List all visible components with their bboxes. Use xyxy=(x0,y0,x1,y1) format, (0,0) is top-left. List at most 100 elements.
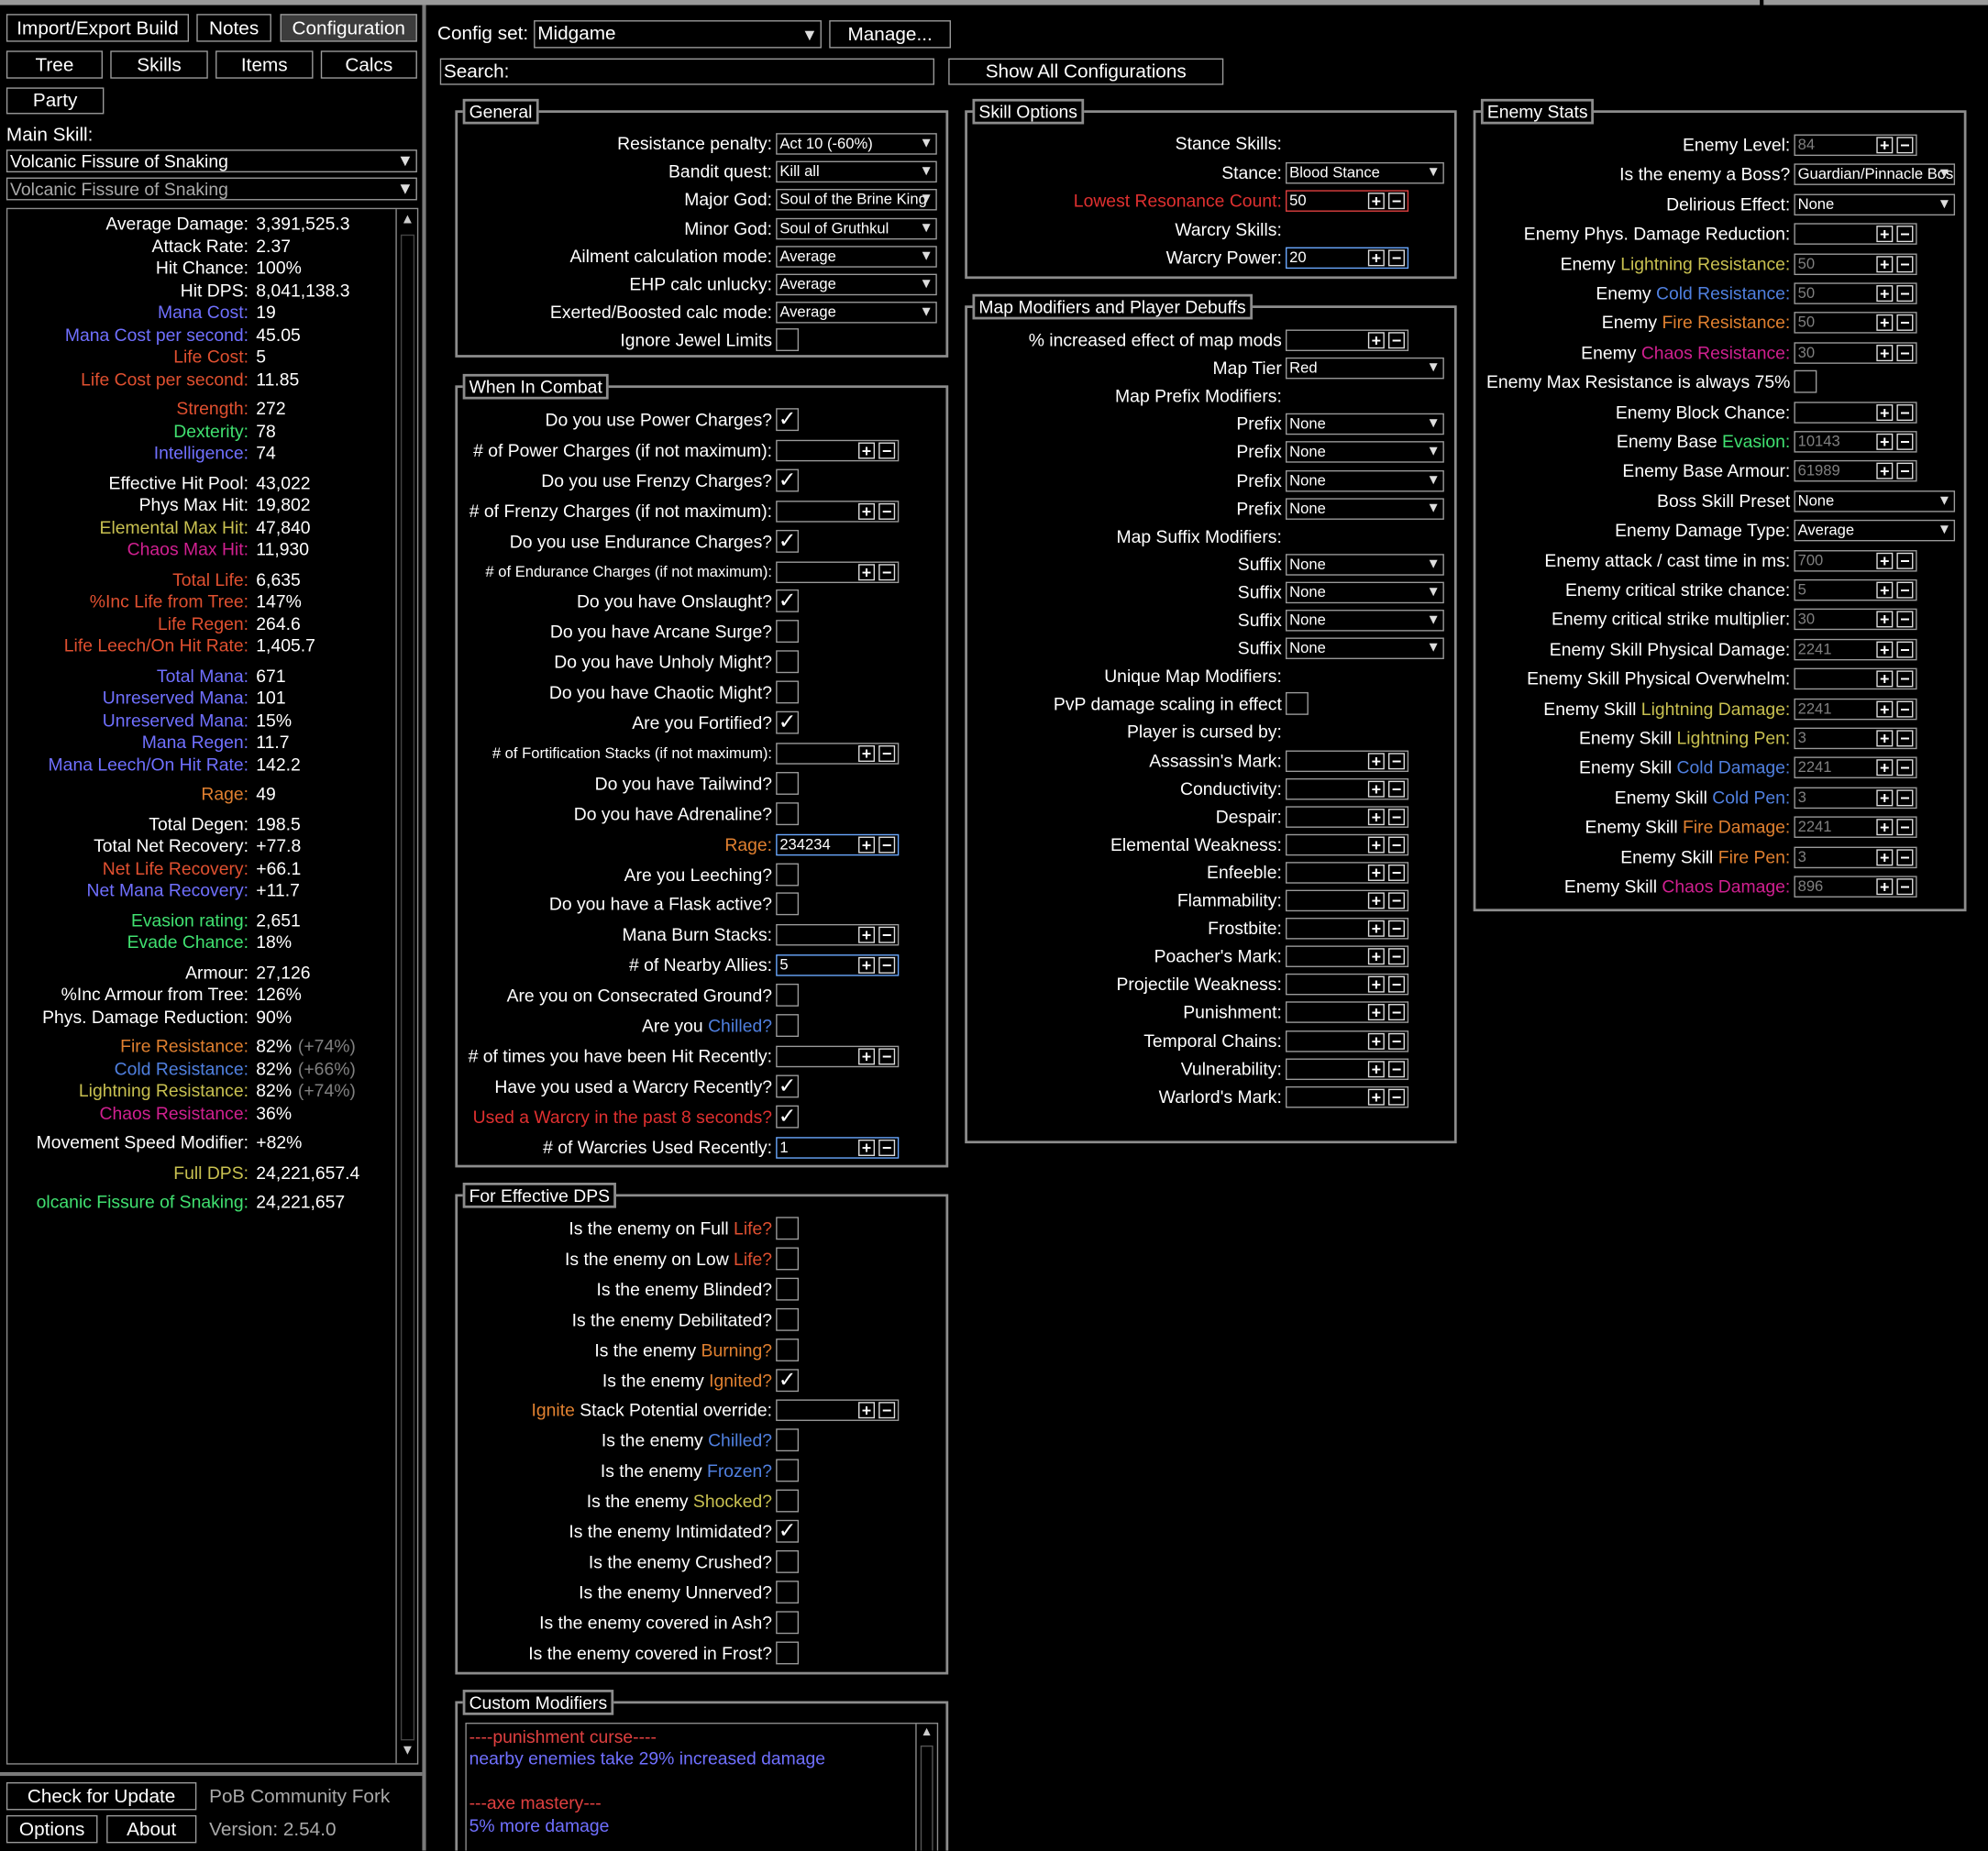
minus-icon[interactable]: − xyxy=(1388,865,1405,881)
enemy-number-input[interactable]: 84 + − xyxy=(1794,134,1917,157)
plus-icon[interactable]: + xyxy=(858,744,876,762)
enemy-checkbox[interactable] xyxy=(1794,369,1817,393)
plus-icon[interactable]: + xyxy=(1876,226,1894,243)
enemy-number-input[interactable]: 30 + − xyxy=(1794,342,1917,364)
combat-number-input[interactable]: + − xyxy=(776,924,900,946)
combat-checkbox[interactable] xyxy=(776,620,800,644)
plus-icon[interactable]: + xyxy=(1367,1032,1385,1050)
minus-icon[interactable]: − xyxy=(1896,670,1914,688)
plus-icon[interactable]: + xyxy=(1367,332,1385,349)
mapmods-number-input[interactable]: + − xyxy=(1286,749,1409,772)
combat-checkbox[interactable]: ✓ xyxy=(776,468,800,492)
plus-icon[interactable]: + xyxy=(1876,463,1894,480)
show-all-configurations-button[interactable]: Show All Configurations xyxy=(948,58,1224,85)
plus-icon[interactable]: + xyxy=(1367,1004,1385,1021)
minus-icon[interactable]: − xyxy=(1388,976,1405,994)
plus-icon[interactable]: + xyxy=(1367,948,1385,965)
scroll-down-icon[interactable]: ▼ xyxy=(401,1743,414,1758)
effdps-checkbox[interactable] xyxy=(776,1338,800,1361)
minus-icon[interactable]: − xyxy=(878,1048,896,1064)
minus-icon[interactable]: − xyxy=(1388,332,1405,349)
tab-items[interactable]: Items xyxy=(215,50,314,79)
effdps-checkbox[interactable]: ✓ xyxy=(776,1520,800,1543)
minus-icon[interactable]: − xyxy=(1388,920,1405,937)
minus-icon[interactable]: − xyxy=(1388,1060,1405,1077)
general-dropdown[interactable]: Average ▼ xyxy=(776,302,937,324)
enemy-number-input[interactable]: 2241 + − xyxy=(1794,756,1917,779)
enemy-number-input[interactable]: 2241 + − xyxy=(1794,816,1917,839)
mapmods-dropdown[interactable]: None ▼ xyxy=(1286,497,1444,520)
minus-icon[interactable]: − xyxy=(878,564,896,580)
minus-icon[interactable]: − xyxy=(1388,780,1405,798)
plus-icon[interactable]: + xyxy=(1876,700,1894,717)
plus-icon[interactable]: + xyxy=(1876,581,1894,599)
mapmods-dropdown[interactable]: None ▼ xyxy=(1286,637,1444,660)
plus-icon[interactable]: + xyxy=(1876,285,1894,303)
mapmods-dropdown[interactable]: None ▼ xyxy=(1286,469,1444,491)
enemy-number-input[interactable]: + − xyxy=(1794,667,1917,690)
minus-icon[interactable]: − xyxy=(1388,1004,1405,1021)
plus-icon[interactable]: + xyxy=(858,1139,876,1156)
tab-party[interactable]: Party xyxy=(6,87,105,115)
minus-icon[interactable]: − xyxy=(878,927,896,943)
mapmods-dropdown[interactable]: None ▼ xyxy=(1286,581,1444,603)
plus-icon[interactable]: + xyxy=(858,957,876,975)
enemy-number-input[interactable]: 3 + − xyxy=(1794,787,1917,809)
mapmods-number-input[interactable]: + − xyxy=(1286,1001,1409,1024)
plus-icon[interactable]: + xyxy=(1876,611,1894,628)
plus-icon[interactable]: + xyxy=(1367,836,1385,854)
effdps-checkbox[interactable]: ✓ xyxy=(776,1369,800,1392)
plus-icon[interactable]: + xyxy=(1876,314,1894,332)
skillopts-number-input[interactable]: 50 + − xyxy=(1286,190,1409,213)
options-button[interactable]: Options xyxy=(6,1814,98,1844)
minus-icon[interactable]: − xyxy=(1896,433,1914,450)
plus-icon[interactable]: + xyxy=(1367,808,1385,825)
mapmods-dropdown[interactable]: None ▼ xyxy=(1286,610,1444,632)
combat-checkbox[interactable]: ✓ xyxy=(776,1105,800,1129)
general-dropdown[interactable]: Act 10 (-60%) ▼ xyxy=(776,133,937,155)
combat-checkbox[interactable] xyxy=(776,650,800,674)
minus-icon[interactable]: − xyxy=(1896,641,1914,658)
combat-checkbox[interactable]: ✓ xyxy=(776,408,800,432)
enemy-number-input[interactable]: 2241 + − xyxy=(1794,698,1917,720)
enemy-number-input[interactable]: 2241 + − xyxy=(1794,638,1917,661)
combat-checkbox[interactable]: ✓ xyxy=(776,529,800,553)
plus-icon[interactable]: + xyxy=(1876,878,1894,896)
plus-icon[interactable]: + xyxy=(1876,819,1894,836)
effdps-checkbox[interactable] xyxy=(776,1428,800,1452)
minus-icon[interactable]: − xyxy=(1896,345,1914,361)
minus-icon[interactable]: − xyxy=(878,744,896,762)
plus-icon[interactable]: + xyxy=(858,1402,876,1419)
effdps-checkbox[interactable] xyxy=(776,1217,800,1240)
mapmods-number-input[interactable]: + − xyxy=(1286,862,1409,884)
minus-icon[interactable]: − xyxy=(1896,878,1914,896)
plus-icon[interactable]: + xyxy=(858,564,876,580)
enemy-dropdown[interactable]: None ▼ xyxy=(1794,193,1956,215)
combat-checkbox[interactable] xyxy=(776,801,800,825)
plus-icon[interactable]: + xyxy=(1876,789,1894,806)
mapmods-number-input[interactable]: + − xyxy=(1286,833,1409,856)
effdps-checkbox[interactable] xyxy=(776,1459,800,1482)
minus-icon[interactable]: − xyxy=(1896,789,1914,806)
main-skill-dropdown[interactable]: Volcanic Fissure of Snaking ▼ xyxy=(6,149,417,173)
enemy-dropdown[interactable]: Average ▼ xyxy=(1794,520,1956,542)
plus-icon[interactable]: + xyxy=(1876,404,1894,421)
mapmods-number-input[interactable]: + − xyxy=(1286,1057,1409,1080)
plus-icon[interactable]: + xyxy=(1876,345,1894,361)
mapmods-number-input[interactable]: + − xyxy=(1286,1085,1409,1108)
mapmods-number-input[interactable]: + − xyxy=(1286,974,1409,996)
minus-icon[interactable]: − xyxy=(878,1139,896,1156)
plus-icon[interactable]: + xyxy=(1367,1088,1385,1106)
config-set-dropdown[interactable]: Midgame ▼ xyxy=(534,20,822,49)
minus-icon[interactable]: − xyxy=(1388,836,1405,854)
mapmods-dropdown[interactable]: None ▼ xyxy=(1286,441,1444,464)
minus-icon[interactable]: − xyxy=(1896,552,1914,569)
minus-icon[interactable]: − xyxy=(1896,314,1914,332)
plus-icon[interactable]: + xyxy=(1876,641,1894,658)
plus-icon[interactable]: + xyxy=(1367,1060,1385,1077)
plus-icon[interactable]: + xyxy=(858,835,876,853)
plus-icon[interactable]: + xyxy=(1876,759,1894,777)
tab-tree[interactable]: Tree xyxy=(6,50,103,79)
general-checkbox[interactable] xyxy=(776,328,800,352)
minus-icon[interactable]: − xyxy=(1388,752,1405,769)
